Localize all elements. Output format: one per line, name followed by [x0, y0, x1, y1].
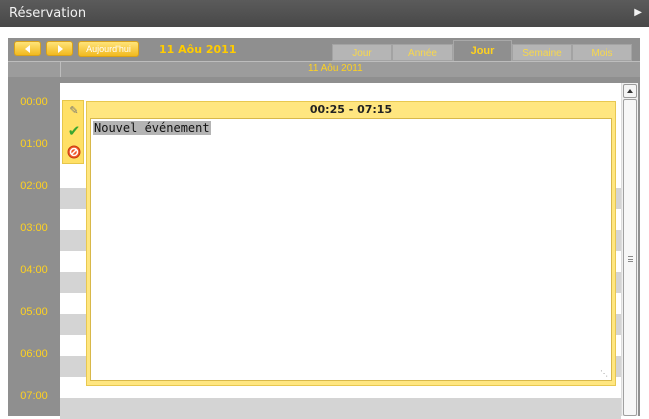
window-title: Réservation	[9, 6, 87, 21]
resize-grip-icon[interactable]: ⋱	[600, 369, 608, 378]
tab-mois[interactable]: Mois	[572, 44, 632, 61]
scheduler: Aujourd'hui 11 Aôu 2011 Jour Année Jour …	[8, 38, 640, 419]
tab-semaine[interactable]: Semaine	[512, 44, 572, 61]
grip-icon	[628, 256, 633, 262]
tab-annee[interactable]: Année	[392, 44, 453, 61]
chevron-right-icon[interactable]: ▶	[634, 7, 642, 18]
scroll-up-button[interactable]	[623, 84, 637, 98]
day-header-date: 11 Aôu 2011	[308, 63, 363, 74]
time-column: 00:00 01:00 02:00 03:00 04:00 05:00 06:0…	[8, 77, 60, 416]
tab-jour[interactable]: Jour	[332, 44, 392, 61]
event-toolbar: ✎ ✔	[62, 100, 84, 164]
hour-label: 07:00	[20, 390, 48, 402]
vertical-scrollbar[interactable]	[621, 83, 638, 416]
scroll-thumb[interactable]	[623, 99, 637, 416]
arrow-up-icon	[627, 89, 633, 93]
window-titlebar: Réservation ▶	[0, 0, 649, 27]
day-header: 11 Aôu 2011	[8, 61, 640, 77]
event-time-range: 00:25 - 07:15	[309, 103, 393, 116]
tab-jour-active[interactable]: Jour	[453, 40, 512, 61]
current-date: 11 Aôu 2011	[159, 43, 237, 56]
previous-button[interactable]	[14, 41, 41, 56]
event-text-area[interactable]: Nouvel événement ⋱	[90, 118, 612, 381]
event-title[interactable]: Nouvel événement	[93, 121, 211, 135]
cancel-icon[interactable]	[65, 143, 83, 161]
checkmark-icon[interactable]: ✔	[65, 122, 83, 140]
arrow-right-icon	[58, 45, 63, 53]
hour-label: 02:00	[20, 180, 48, 192]
arrow-left-icon	[25, 45, 30, 53]
today-button[interactable]: Aujourd'hui	[78, 41, 139, 57]
hour-label: 00:00	[20, 96, 48, 108]
pencil-icon[interactable]: ✎	[65, 102, 83, 120]
hour-label: 04:00	[20, 264, 48, 276]
hour-label: 06:00	[20, 348, 48, 360]
next-button[interactable]	[46, 41, 73, 56]
divider	[60, 62, 61, 77]
hour-label: 01:00	[20, 138, 48, 150]
hour-label: 05:00	[20, 306, 48, 318]
hour-label: 03:00	[20, 222, 48, 234]
event-block[interactable]: 00:25 - 07:15 Nouvel événement ⋱	[86, 101, 616, 386]
